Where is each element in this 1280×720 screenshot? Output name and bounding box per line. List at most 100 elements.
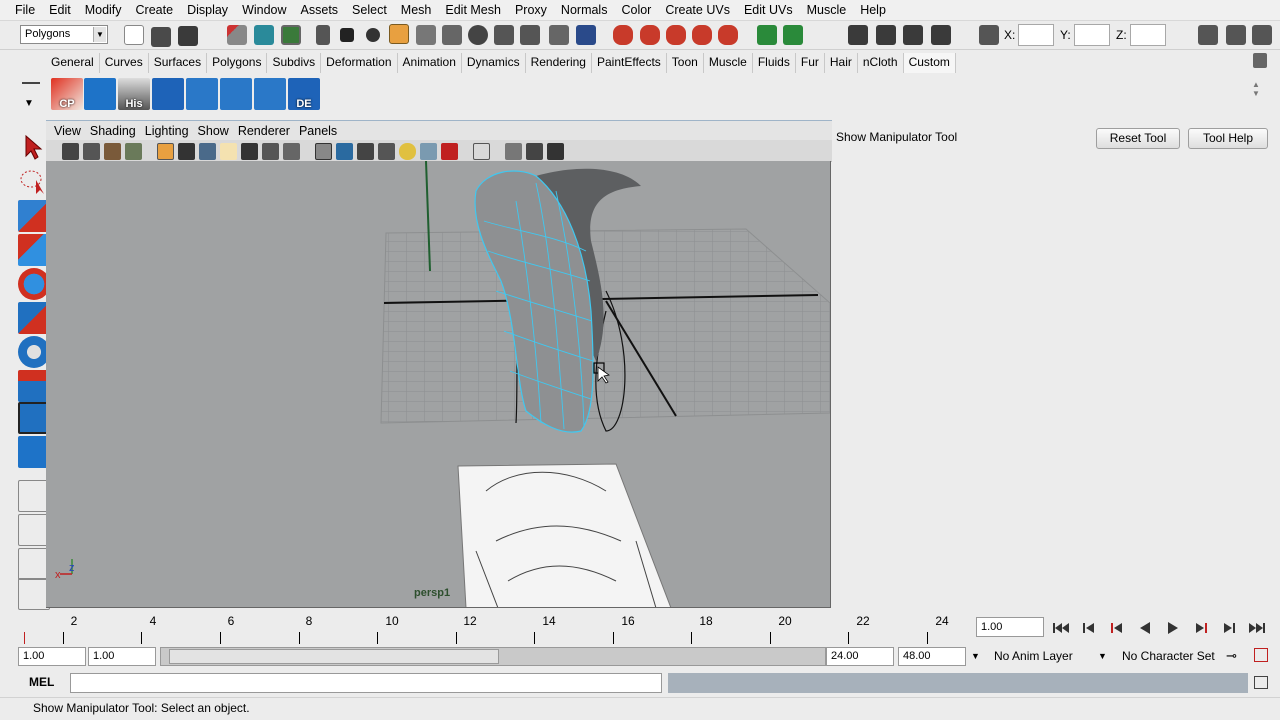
trash-icon[interactable] — [1253, 53, 1267, 68]
attribute-editor-icon[interactable] — [1226, 25, 1246, 45]
render-settings-icon[interactable] — [931, 25, 951, 45]
tab-general[interactable]: General — [46, 53, 100, 73]
safe-title-icon[interactable] — [283, 143, 300, 160]
select-hierarchy-icon[interactable] — [227, 25, 247, 45]
render-frame-icon[interactable] — [876, 25, 896, 45]
snap-point-icon[interactable] — [666, 25, 686, 45]
image-plane-icon[interactable] — [125, 143, 142, 160]
menu-normals[interactable]: Normals — [554, 3, 615, 17]
animation-end-field[interactable]: 48.00 — [898, 647, 966, 666]
plus-icon[interactable] — [494, 25, 514, 45]
menu-color[interactable]: Color — [614, 3, 658, 17]
bookmark-icon[interactable] — [104, 143, 121, 160]
wire-on-shaded-icon[interactable] — [357, 143, 374, 160]
new-scene-icon[interactable] — [124, 25, 144, 45]
smooth-shade-icon[interactable] — [336, 143, 353, 160]
x-field[interactable] — [1018, 24, 1054, 46]
tab-toon[interactable]: Toon — [666, 53, 704, 73]
go-to-start-icon[interactable] — [1050, 619, 1072, 637]
high-quality-icon[interactable] — [505, 143, 522, 160]
menu-file[interactable]: File — [8, 3, 42, 17]
open-scene-icon[interactable] — [151, 27, 171, 47]
vertex-mask-icon[interactable] — [316, 25, 330, 45]
magnet-icon[interactable] — [718, 25, 738, 45]
tab-surfaces[interactable]: Surfaces — [148, 53, 208, 73]
command-input[interactable] — [70, 673, 662, 693]
menu-select[interactable]: Select — [345, 3, 394, 17]
menu-modify[interactable]: Modify — [78, 3, 129, 17]
playback-end-field[interactable]: 24.00 — [826, 647, 894, 666]
range-slider[interactable] — [160, 647, 826, 666]
tab-hair[interactable]: Hair — [824, 53, 858, 73]
grid-toggle-icon[interactable] — [157, 143, 174, 160]
go-to-end-icon[interactable] — [1246, 619, 1268, 637]
transform-mode-icon[interactable] — [979, 25, 999, 45]
padlock-icon[interactable] — [549, 25, 569, 45]
panel-menu-shading[interactable]: Shading — [88, 124, 143, 138]
tab-ncloth[interactable]: nCloth — [857, 53, 904, 73]
select-tool-icon[interactable] — [18, 132, 46, 160]
shelf-split-button[interactable] — [186, 78, 218, 110]
shelf-bridge-button[interactable] — [254, 78, 286, 110]
step-back-key-icon[interactable] — [1106, 619, 1128, 637]
tab-custom[interactable]: Custom — [903, 53, 956, 73]
shelf-extrude-button[interactable] — [220, 78, 252, 110]
history-input-icon[interactable] — [757, 25, 777, 45]
tab-subdivs[interactable]: Subdivs — [267, 53, 322, 73]
shelf-menu-icon[interactable] — [22, 82, 40, 84]
resolution-gate-icon[interactable] — [199, 143, 216, 160]
edge-mask-icon[interactable] — [389, 24, 409, 44]
snap-plane-icon[interactable] — [692, 25, 712, 45]
history-output-icon[interactable] — [783, 25, 803, 45]
motion-blur-icon[interactable] — [526, 143, 543, 160]
menu-set-dropdown[interactable]: Polygons ▼ — [20, 25, 108, 44]
play-forwards-icon[interactable] — [1162, 619, 1184, 637]
current-frame-field[interactable]: 1.00 — [976, 617, 1044, 637]
menu-edit-uvs[interactable]: Edit UVs — [737, 3, 800, 17]
select-object-icon[interactable] — [254, 25, 274, 45]
field-chart-icon[interactable] — [241, 143, 258, 160]
panel-menu-lighting[interactable]: Lighting — [143, 124, 196, 138]
face-mask-icon[interactable] — [340, 28, 354, 42]
shelf-scroll-icon[interactable]: ▲ ▼ — [1252, 80, 1260, 98]
tool-settings-icon[interactable] — [1252, 25, 1272, 45]
snap-curve-icon[interactable] — [640, 25, 660, 45]
tab-polygons[interactable]: Polygons — [207, 53, 268, 73]
key-icon[interactable]: ⊸ — [1226, 648, 1237, 664]
menu-create-uvs[interactable]: Create UVs — [658, 3, 737, 17]
shelf-options-icon[interactable]: ▼ — [24, 98, 34, 109]
save-scene-icon[interactable] — [178, 26, 198, 46]
ambient-occlusion-icon[interactable] — [547, 143, 564, 160]
render-view-icon[interactable] — [848, 25, 868, 45]
menu-assets[interactable]: Assets — [294, 3, 346, 17]
tab-painteffects[interactable]: PaintEffects — [591, 53, 667, 73]
menu-edit-mesh[interactable]: Edit Mesh — [438, 3, 508, 17]
select-mask-icon[interactable] — [576, 25, 596, 45]
film-gate-icon[interactable] — [178, 143, 195, 160]
tab-dynamics[interactable]: Dynamics — [461, 53, 526, 73]
snap-grid-icon[interactable] — [613, 25, 633, 45]
step-back-frame-icon[interactable] — [1078, 619, 1100, 637]
gate-mask-icon[interactable] — [220, 143, 237, 160]
tool-help-button[interactable]: Tool Help — [1188, 128, 1268, 149]
step-forward-frame-icon[interactable] — [1218, 619, 1240, 637]
range-slider-handle[interactable] — [169, 649, 499, 664]
panel-menu-renderer[interactable]: Renderer — [236, 124, 297, 138]
y-field[interactable] — [1074, 24, 1110, 46]
xray-icon[interactable] — [473, 143, 490, 160]
menu-create[interactable]: Create — [129, 3, 181, 17]
character-set-dropdown[interactable]: No Character Set — [1122, 647, 1215, 666]
menu-window[interactable]: Window — [235, 3, 293, 17]
isolate-select-icon[interactable] — [441, 143, 458, 160]
viewport-persp[interactable]: x z persp1 — [46, 161, 831, 608]
menu-proxy[interactable]: Proxy — [508, 3, 554, 17]
tab-animation[interactable]: Animation — [397, 53, 462, 73]
menu-muscle[interactable]: Muscle — [800, 3, 854, 17]
wireframe-icon[interactable] — [315, 143, 332, 160]
script-editor-icon[interactable] — [1254, 676, 1268, 689]
menu-display[interactable]: Display — [180, 3, 235, 17]
lock-icon[interactable] — [416, 25, 436, 45]
reset-tool-button[interactable]: Reset Tool — [1096, 128, 1180, 149]
textured-icon[interactable] — [378, 143, 395, 160]
menu-mesh[interactable]: Mesh — [394, 3, 439, 17]
